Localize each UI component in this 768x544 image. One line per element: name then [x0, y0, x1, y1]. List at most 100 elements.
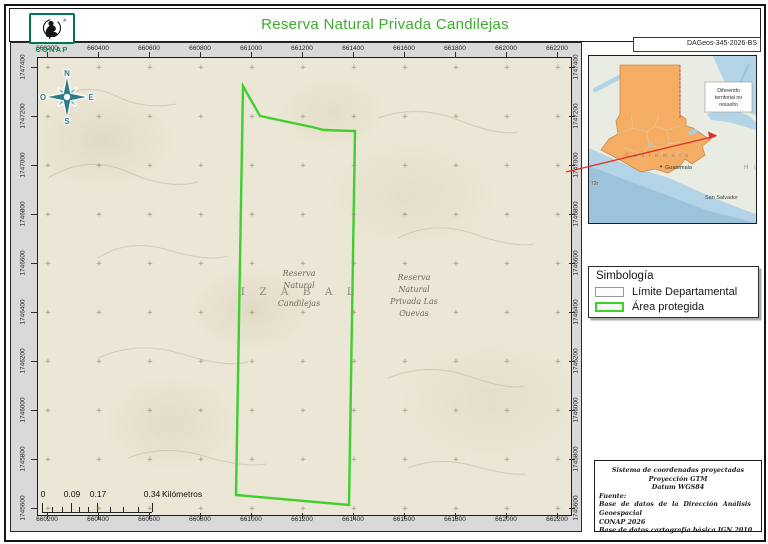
- dispute-note-line: resuelto: [719, 102, 738, 108]
- grid-cross: +: [351, 357, 357, 367]
- grid-cross: +: [351, 259, 357, 269]
- quetzal-icon: ®: [42, 17, 67, 39]
- grid-cross: +: [96, 406, 102, 416]
- grid-cross: +: [147, 406, 153, 416]
- grid-cross: +: [45, 259, 51, 269]
- graticule-band: N E S O Reserva Natural I Z A B A L Cand…: [10, 42, 582, 532]
- credits-line: Base de datos cartografía básica IGN 201…: [599, 526, 753, 535]
- legend-box: Simbología Límite Departamental Área pro…: [588, 266, 759, 318]
- conap-logo-text: CONAP: [35, 45, 69, 54]
- conap-logo-box: ®: [29, 13, 75, 44]
- grid-tick: [31, 263, 37, 264]
- credits-line: Sistema de coordenadas proyectadas: [611, 466, 745, 474]
- grid-cross: +: [45, 161, 51, 171]
- grid-cross: +: [453, 63, 459, 73]
- grid-cross: +: [300, 112, 306, 122]
- grid-cross: +: [351, 308, 357, 318]
- grid-tick: [31, 508, 37, 509]
- grid-cross: +: [96, 210, 102, 220]
- reserve-label-line: Candilejas: [277, 299, 321, 308]
- grid-tick: [569, 165, 575, 166]
- grid-cross: +: [504, 210, 510, 220]
- grid-tick: [569, 508, 575, 509]
- grid-cross: +: [45, 308, 51, 318]
- x-axis-label: 661400: [342, 45, 364, 52]
- grid-tick: [569, 214, 575, 215]
- y-axis-label: 1746400: [19, 299, 27, 325]
- grid-tick: [31, 67, 37, 68]
- grid-cross: +: [402, 259, 408, 269]
- grid-cross: +: [249, 455, 255, 465]
- x-axis-label: 662000: [495, 45, 517, 52]
- grid-cross: +: [504, 406, 510, 416]
- grid-cross: +: [198, 63, 204, 73]
- neighbor-reserve-label-line: Privada Las: [390, 297, 438, 306]
- grid-cross: +: [351, 63, 357, 73]
- x-axis-label: 661800: [444, 45, 466, 52]
- scalebar-tick: [42, 503, 43, 512]
- grid-cross: +: [198, 161, 204, 171]
- grid-cross: +: [504, 112, 510, 122]
- grid-cross: +: [249, 112, 255, 122]
- grid-tick: [455, 52, 456, 58]
- compass-south-label: S: [64, 117, 70, 126]
- grid-cross: +: [198, 357, 204, 367]
- x-axis-label: 660400: [87, 45, 109, 52]
- grid-tick: [302, 52, 303, 58]
- grid-cross: +: [504, 259, 510, 269]
- grid-cross: +: [555, 63, 561, 73]
- grid-cross: +: [300, 308, 306, 318]
- grid-cross: +: [96, 308, 102, 318]
- grid-tick: [569, 312, 575, 313]
- grid-tick: [31, 361, 37, 362]
- y-axis-label: 1745600: [19, 495, 27, 521]
- legend-item-label: Área protegida: [632, 301, 705, 313]
- grid-cross: +: [402, 406, 408, 416]
- grid-cross: +: [198, 112, 204, 122]
- y-axis-label: 1746000: [19, 397, 27, 423]
- grid-cross: +: [198, 406, 204, 416]
- scalebar-tick: [61, 507, 63, 512]
- y-axis-label: 1747200: [19, 103, 27, 129]
- grid-cross: +: [249, 357, 255, 367]
- grid-tick: [404, 513, 405, 519]
- grid-cross: +: [96, 112, 102, 122]
- neighbor-reserve-label-line: Reserva: [397, 273, 431, 282]
- grid-cross: +: [147, 63, 153, 73]
- grid-cross: +: [300, 259, 306, 269]
- neighbor-reserve-label-line: Natural: [398, 285, 430, 294]
- protected-area-swatch: [595, 302, 624, 312]
- grid-cross: +: [402, 210, 408, 220]
- sheet-code: DAGeos-345-2026-BS: [686, 40, 757, 47]
- grid-cross: +: [555, 259, 561, 269]
- grid-cross: +: [45, 210, 51, 220]
- grid-tick: [353, 52, 354, 58]
- capital-label: Guatemala: [665, 165, 693, 171]
- grid-tick: [302, 513, 303, 519]
- scalebar-unit: Kilómetros: [162, 489, 203, 499]
- grid-tick: [149, 52, 150, 58]
- grid-cross: +: [555, 308, 561, 318]
- scalebar-label: 0.17: [89, 489, 107, 499]
- grid-cross: +: [300, 357, 306, 367]
- grid-cross: +: [45, 357, 51, 367]
- grid-cross: +: [45, 112, 51, 122]
- credits-line: CONAP 2026: [599, 517, 646, 526]
- grid-cross: +: [249, 308, 255, 318]
- grid-cross: +: [453, 455, 459, 465]
- x-axis-label: 661000: [240, 45, 262, 52]
- department-label: I Z A B A L: [240, 286, 360, 298]
- grid-cross: +: [96, 161, 102, 171]
- grid-tick: [455, 513, 456, 519]
- grid-cross: +: [351, 161, 357, 171]
- legend-title: Simbología: [596, 270, 654, 282]
- grid-cross: +: [453, 357, 459, 367]
- sheet-code-box: DAGeos-345-2026-BS: [633, 37, 761, 52]
- reserve-label-line: Reserva: [282, 269, 316, 278]
- scalebar-tick: [123, 507, 125, 512]
- grid-tick: [506, 513, 507, 519]
- grid-tick: [569, 410, 575, 411]
- y-axis-label: 1745800: [19, 446, 27, 472]
- credits-line: Base de datos de la Dirección Análisis G…: [599, 500, 751, 517]
- map-sheet: Reserva Natural Privada Candilejas ® CON…: [0, 0, 768, 544]
